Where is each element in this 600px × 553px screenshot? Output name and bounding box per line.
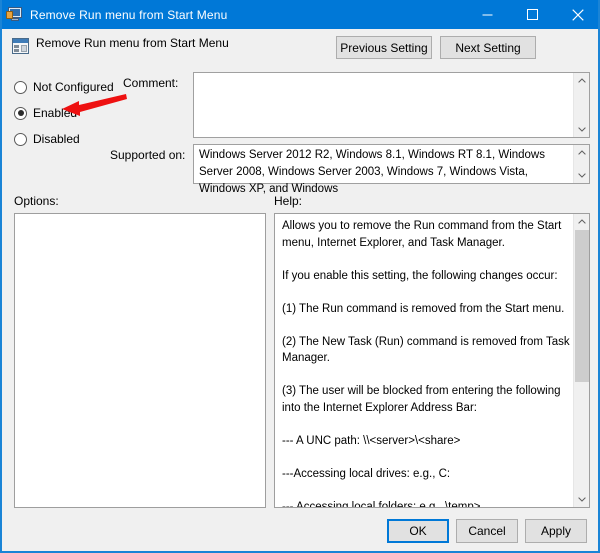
title-bar: Remove Run menu from Start Menu	[2, 0, 598, 29]
options-panel[interactable]	[14, 213, 266, 508]
radio-enabled[interactable]: Enabled	[14, 100, 134, 126]
group-policy-setting-window: Remove Run menu from Start Menu Remove R…	[0, 0, 600, 553]
help-label: Help:	[274, 194, 303, 208]
previous-setting-button[interactable]: Previous Setting	[336, 36, 432, 59]
page-title: Remove Run menu from Start Menu	[36, 36, 229, 50]
supported-on-box[interactable]: Windows Server 2012 R2, Windows 8.1, Win…	[193, 144, 590, 195]
radio-mark-not-configured	[14, 80, 27, 94]
radio-not-configured[interactable]: Not Configured	[14, 74, 134, 100]
comment-label: Comment:	[123, 76, 179, 90]
help-paragraph: --- Accessing local folders: e.g., \temp…	[282, 500, 481, 508]
radio-mark-enabled	[14, 106, 27, 120]
comment-input[interactable]	[193, 72, 590, 138]
radio-label-not-configured: Not Configured	[33, 80, 114, 94]
supported-on-text: Windows Server 2012 R2, Windows 8.1, Win…	[199, 149, 545, 195]
help-paragraph: (1) The Run command is removed from the …	[282, 302, 565, 315]
minimize-icon[interactable]	[465, 0, 510, 29]
supported-on-label: Supported on:	[110, 148, 186, 162]
scroll-up-icon[interactable]	[574, 214, 589, 229]
options-label: Options:	[14, 194, 59, 208]
help-panel[interactable]: Allows you to remove the Run command fro…	[274, 213, 590, 508]
cancel-button[interactable]: Cancel	[456, 519, 518, 543]
help-paragraph: (3) The user will be blocked from enteri…	[282, 385, 561, 414]
help-scrollbar[interactable]	[573, 214, 589, 507]
scroll-down-icon[interactable]	[574, 122, 590, 137]
computer-policy-icon	[6, 6, 23, 23]
help-paragraph: If you enable this setting, the followin…	[282, 269, 558, 282]
help-paragraph: (2) The New Task (Run) command is remove…	[282, 335, 570, 365]
policy-setting-icon	[12, 38, 29, 54]
help-paragraph: ---Accessing local drives: e.g., C:	[282, 467, 451, 480]
scroll-up-icon[interactable]	[574, 145, 590, 160]
help-paragraph: Allows you to remove the Run command fro…	[282, 220, 562, 249]
setting-state-radio-group: Not Configured Enabled Disabled	[14, 74, 134, 152]
window-title: Remove Run menu from Start Menu	[30, 7, 228, 22]
next-setting-button[interactable]: Next Setting	[440, 36, 536, 59]
maximize-icon[interactable]	[510, 0, 555, 29]
help-text: Allows you to remove the Run command fro…	[282, 218, 570, 508]
apply-button[interactable]: Apply	[525, 519, 587, 543]
radio-label-enabled: Enabled	[33, 106, 78, 120]
scroll-down-icon[interactable]	[574, 168, 590, 183]
setting-header: Remove Run menu from Start Menu Previous…	[12, 36, 590, 60]
help-paragraph: --- A UNC path: \\<server>\<share>	[282, 434, 461, 447]
ok-button[interactable]: OK	[387, 519, 449, 543]
supported-on-scrollbar[interactable]	[573, 145, 589, 183]
scroll-up-icon[interactable]	[574, 73, 590, 88]
help-scrollbar-thumb[interactable]	[575, 230, 589, 382]
scroll-down-icon[interactable]	[574, 492, 589, 507]
radio-mark-disabled	[14, 132, 27, 146]
comment-scrollbar[interactable]	[573, 73, 589, 137]
radio-label-disabled: Disabled	[33, 132, 80, 146]
close-icon[interactable]	[555, 0, 598, 29]
